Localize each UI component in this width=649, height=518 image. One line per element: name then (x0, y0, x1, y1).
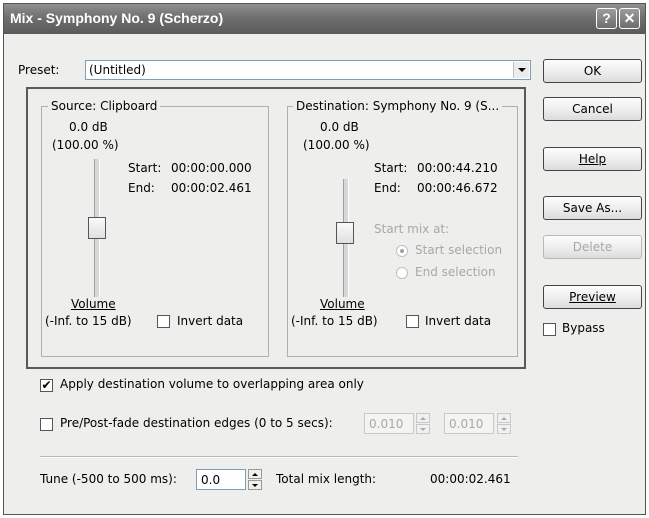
help-icon[interactable]: ? (596, 8, 617, 29)
preview-button[interactable]: Preview (543, 285, 642, 309)
source-volume-range: (-Inf. to 15 dB) (45, 314, 132, 328)
pre-fade-value: 0.010 (369, 417, 404, 431)
pre-fade-spinner[interactable] (416, 413, 430, 434)
chevron-down-icon[interactable] (513, 62, 529, 78)
source-volume-thumb[interactable] (88, 217, 106, 239)
start-mix-label: Start mix at: (374, 222, 450, 236)
fade-label: Pre/Post-fade destination edges (0 to 5 … (60, 416, 333, 430)
end-selection-label: End selection (415, 265, 496, 279)
preview-button-label: Preview (569, 290, 616, 304)
post-fade-value: 0.010 (449, 417, 484, 431)
source-invert-checkbox[interactable] (157, 315, 170, 328)
start-selection-label: Start selection (415, 243, 503, 257)
help-button-label: Help (578, 152, 607, 166)
fade-checkbox[interactable] (40, 418, 53, 431)
destination-invert-checkbox[interactable] (406, 315, 419, 328)
tune-input[interactable]: 0.0 (196, 469, 246, 490)
source-start-label: Start: (128, 161, 162, 175)
start-selection-radio[interactable] (396, 245, 408, 257)
mix-dialog: Mix - Symphony No. 9 (Scherzo) ? ✕ Prese… (3, 3, 646, 515)
bypass-label: Bypass (562, 321, 605, 335)
separator (40, 456, 518, 458)
window-title: Mix - Symphony No. 9 (Scherzo) (10, 10, 224, 26)
source-invert-label: Invert data (177, 314, 244, 328)
destination-volume-range: (-Inf. to 15 dB) (291, 314, 378, 328)
destination-invert-label: Invert data (425, 314, 492, 328)
destination-end-label: End: (374, 181, 401, 195)
destination-end-value: 00:00:46.672 (417, 181, 498, 195)
destination-start-label: Start: (374, 161, 408, 175)
apply-dest-volume-label: Apply destination volume to overlapping … (60, 377, 364, 391)
source-end-value: 00:00:02.461 (171, 181, 252, 195)
total-mix-value: 00:00:02.461 (430, 472, 511, 486)
pre-fade-input[interactable]: 0.010 (364, 413, 414, 434)
destination-volume-label: Volume (320, 297, 365, 311)
destination-group: Destination: Symphony No. 9 (S... 0.0 dB… (287, 99, 518, 357)
tune-label: Tune (-500 to 500 ms): (40, 472, 177, 486)
destination-legend: Destination: Symphony No. 9 (S... (293, 99, 503, 113)
preset-value: (Untitled) (89, 63, 146, 77)
save-as-button[interactable]: Save As... (543, 196, 642, 220)
apply-dest-volume-checkbox[interactable]: ✔ (40, 379, 53, 392)
total-mix-label: Total mix length: (276, 472, 377, 486)
tune-spinner[interactable] (248, 469, 262, 490)
preset-label: Preset: (18, 63, 60, 77)
source-group: Source: Clipboard 0.0 dB (100.00 %) Star… (41, 99, 269, 357)
destination-volume-thumb[interactable] (336, 222, 354, 244)
post-fade-spinner[interactable] (497, 413, 511, 434)
destination-db: 0.0 dB (320, 120, 359, 134)
source-start-value: 00:00:00.000 (171, 161, 252, 175)
ok-button[interactable]: OK (543, 59, 642, 83)
source-percent: (100.00 %) (52, 138, 119, 152)
source-db: 0.0 dB (69, 120, 108, 134)
mix-panel: Source: Clipboard 0.0 dB (100.00 %) Star… (26, 87, 526, 369)
delete-button[interactable]: Delete (543, 235, 642, 259)
source-end-label: End: (128, 181, 155, 195)
tune-value: 0.0 (201, 473, 221, 487)
end-selection-radio[interactable] (396, 267, 408, 279)
source-volume-label: Volume (71, 297, 116, 311)
destination-start-value: 00:00:44.210 (417, 161, 498, 175)
help-button[interactable]: Help (543, 147, 642, 171)
preset-combobox[interactable]: (Untitled) (85, 60, 531, 80)
destination-percent: (100.00 %) (303, 138, 370, 152)
title-bar[interactable]: Mix - Symphony No. 9 (Scherzo) ? ✕ (4, 4, 645, 34)
bypass-checkbox[interactable] (543, 323, 556, 336)
cancel-button[interactable]: Cancel (543, 97, 642, 121)
source-legend: Source: Clipboard (48, 99, 161, 113)
close-icon[interactable]: ✕ (619, 8, 640, 29)
post-fade-input[interactable]: 0.010 (444, 413, 494, 434)
